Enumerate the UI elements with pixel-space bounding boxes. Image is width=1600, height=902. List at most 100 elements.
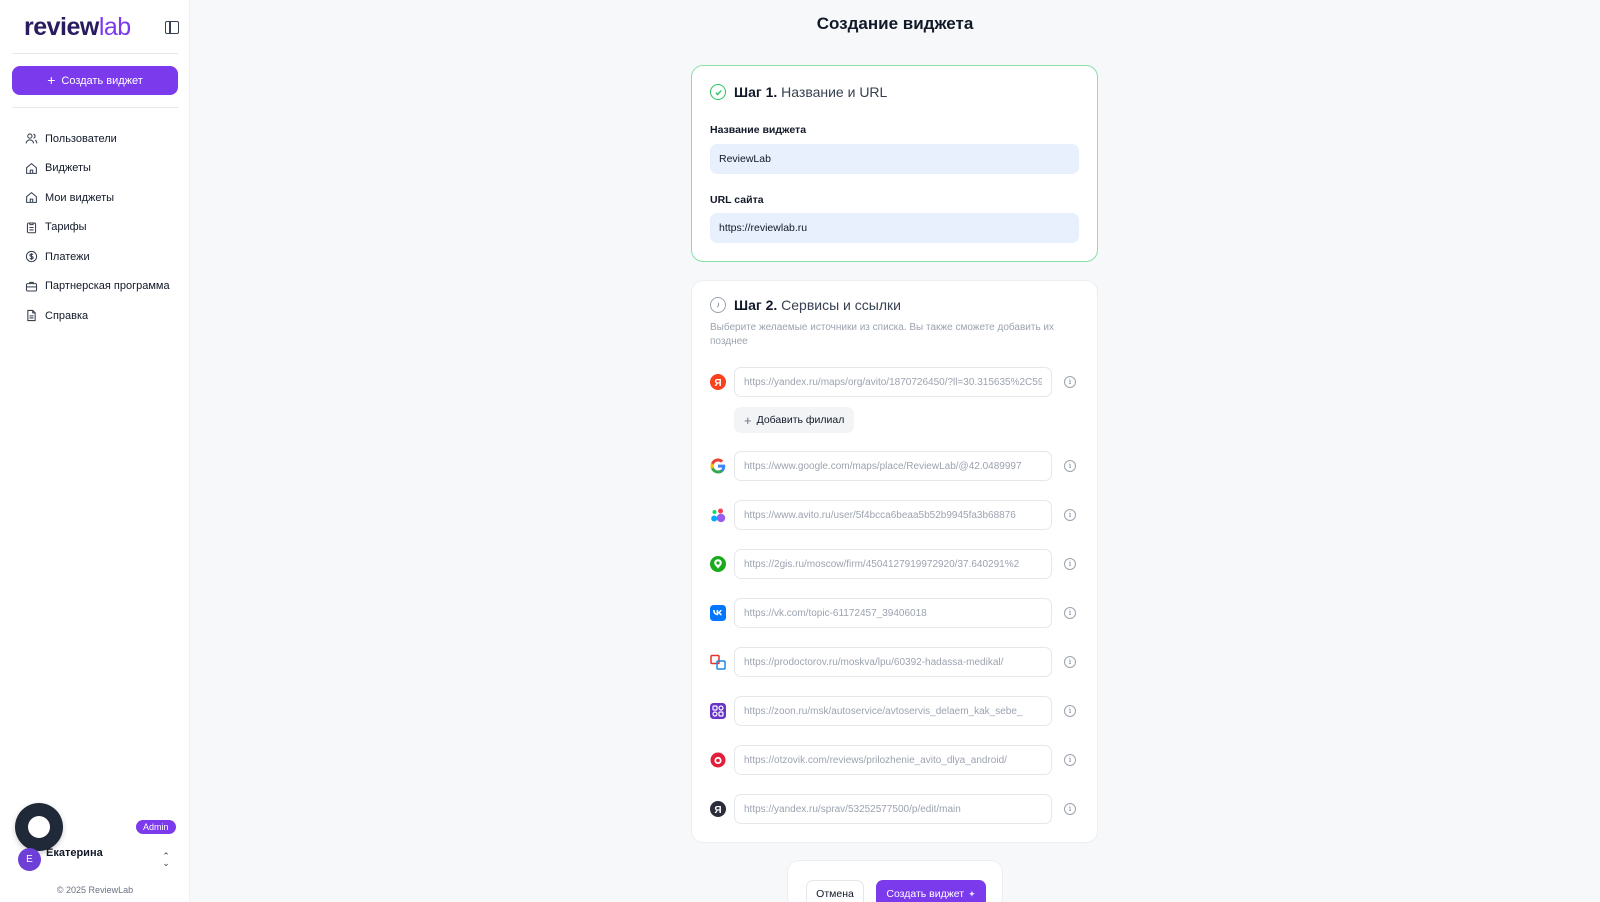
service-row-otzovik: i (710, 745, 1085, 775)
yandex-business-icon: Я (710, 801, 726, 817)
form-actions: Отмена Создать виджет ✦ (787, 860, 1003, 902)
info-icon[interactable]: i (1064, 509, 1076, 521)
prodoctorov-icon (710, 654, 726, 670)
info-icon[interactable]: i (1064, 656, 1076, 668)
user-name[interactable]: Екатерина (46, 847, 103, 859)
otzovik-icon (710, 752, 726, 768)
sidebar-item-payments[interactable]: Платежи (24, 242, 184, 272)
sidebar-item-partner-program[interactable]: Партнерская программа (24, 272, 184, 302)
info-icon[interactable]: i (1064, 754, 1076, 766)
add-branch-label: Добавить филиал (756, 414, 845, 426)
sidebar-item-label: Тарифы (45, 221, 87, 234)
avatar[interactable]: Е (18, 848, 41, 871)
sidebar-item-help[interactable]: Справка (24, 301, 184, 331)
otzovik-url-input[interactable] (734, 745, 1052, 775)
yandex-maps-url-input[interactable] (734, 367, 1052, 397)
google-url-input[interactable] (734, 451, 1052, 481)
service-row-prodoctorov: i (710, 647, 1085, 677)
yandex-business-url-input[interactable] (734, 794, 1052, 824)
sidebar-item-users[interactable]: Пользователи (24, 124, 184, 154)
info-icon[interactable]: i (1064, 705, 1076, 717)
info-icon[interactable]: i (1064, 607, 1076, 619)
sidebar-item-label: Виджеты (45, 162, 91, 175)
chat-icon (28, 816, 50, 838)
info-icon[interactable]: i (1064, 376, 1076, 388)
sidebar-item-label: Справка (45, 309, 89, 322)
info-icon[interactable]: i (1064, 558, 1076, 570)
step2-title: Сервисы и ссылки (781, 297, 901, 313)
info-icon[interactable]: i (1064, 803, 1076, 815)
service-row-vk: i (710, 598, 1085, 628)
2gis-icon (710, 556, 726, 572)
plus-icon: + (744, 412, 752, 428)
service-row-yandex-business: Я i (710, 794, 1085, 824)
sparkle-icon: ✦ (968, 888, 976, 899)
widget-name-input[interactable] (710, 144, 1079, 174)
sidebar-collapse-icon[interactable] (165, 20, 179, 34)
sidebar-item-label: Пользователи (45, 132, 117, 145)
svg-text:Я: Я (714, 378, 721, 389)
users-icon (24, 132, 38, 146)
home-icon (24, 191, 38, 205)
create-widget-label: Создать виджет (61, 74, 143, 87)
avito-url-input[interactable] (734, 500, 1052, 530)
plus-icon: + (47, 72, 56, 88)
sidebar-item-my-widgets[interactable]: Мои виджеты (24, 183, 184, 213)
cancel-button[interactable]: Отмена (806, 880, 864, 902)
home-icon (24, 161, 38, 175)
service-row-zoon: i (710, 696, 1085, 726)
google-icon (710, 458, 726, 474)
service-row-2gis: i (710, 549, 1085, 579)
role-badge: Admin (136, 820, 176, 834)
prodoctorov-url-input[interactable] (734, 647, 1052, 677)
sidebar-item-label: Платежи (45, 250, 90, 263)
clipboard-icon (24, 220, 38, 234)
page-title: Создание виджета (816, 14, 974, 33)
2gis-url-input[interactable] (734, 549, 1052, 579)
step2-card: Шаг 2. Сервисы и ссылки Выберите желаемы… (691, 280, 1098, 843)
step2-description: Выберите желаемые источники из списка. В… (710, 322, 1055, 347)
step1-title: Название и URL (781, 84, 888, 100)
sidebar-item-tariffs[interactable]: Тарифы (24, 213, 184, 243)
logo[interactable]: reviewlab (24, 12, 131, 42)
zoon-icon (710, 703, 726, 719)
briefcase-icon (24, 279, 38, 293)
check-circle-icon (710, 84, 726, 100)
document-icon (24, 309, 38, 323)
step2-header: Шаг 2. Сервисы и ссылки (710, 297, 901, 313)
divider (12, 107, 178, 108)
logo-text-review: review (24, 13, 99, 41)
sidebar-item-label: Партнерская программа (45, 280, 170, 293)
vk-url-input[interactable] (734, 598, 1052, 628)
step1-label: Шаг 1. (734, 84, 778, 100)
step1-header: Шаг 1. Название и URL (710, 84, 887, 100)
sidebar-item-widgets[interactable]: Виджеты (24, 154, 184, 184)
avito-icon (711, 508, 726, 523)
create-widget-submit-button[interactable]: Создать виджет ✦ (876, 880, 986, 902)
dollar-circle-icon (24, 250, 38, 264)
create-widget-button[interactable]: + Создать виджет (12, 66, 178, 95)
service-row-avito: i (710, 500, 1085, 530)
sidebar: reviewlab + Создать виджет Пользователи В… (0, 0, 190, 902)
submit-label: Создать виджет (886, 888, 965, 900)
service-row-google: i (710, 451, 1085, 481)
zoon-url-input[interactable] (734, 696, 1052, 726)
add-branch-button[interactable]: + Добавить филиал (734, 407, 855, 433)
chevron-up-down-icon[interactable]: ⌃ ⌄ (161, 852, 171, 868)
vk-icon (710, 605, 726, 621)
divider (12, 53, 178, 54)
service-row-yandex-maps: Я i (710, 367, 1085, 397)
yandex-maps-icon: Я (710, 374, 726, 390)
logo-row: reviewlab (24, 12, 179, 42)
sidebar-nav: Пользователи Виджеты Мои виджеты Тарифы … (24, 124, 184, 331)
widget-name-label: Название виджета (710, 124, 807, 136)
site-url-label: URL сайта (710, 194, 764, 206)
clock-icon (710, 297, 726, 313)
info-icon[interactable]: i (1064, 460, 1076, 472)
step2-label: Шаг 2. (734, 297, 778, 313)
logo-text-lab: lab (98, 13, 131, 41)
chat-widget-button[interactable] (15, 803, 63, 851)
site-url-input[interactable] (710, 213, 1079, 243)
step1-card: Шаг 1. Название и URL Название виджета U… (691, 65, 1098, 262)
svg-text:Я: Я (714, 805, 721, 816)
